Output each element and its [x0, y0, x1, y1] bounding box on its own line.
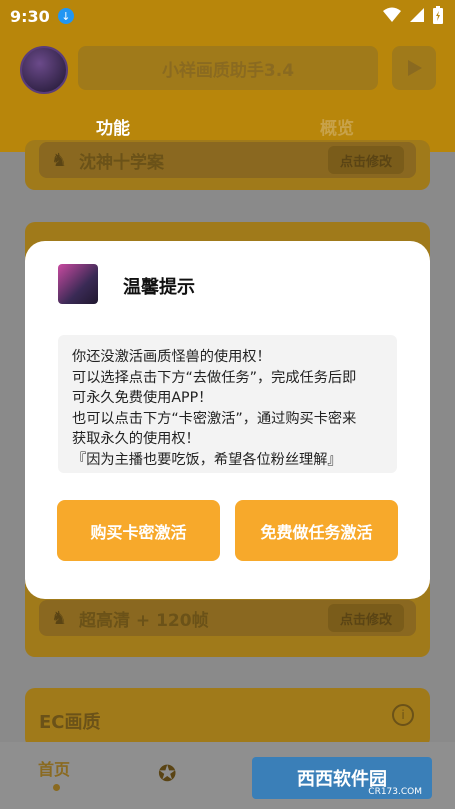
fps-row-label: 超高清 + 120帧	[79, 610, 209, 631]
status-bar: 9:30 ↓	[0, 0, 455, 32]
watermark-logo: 西西软件园 CR173.COM	[252, 757, 432, 799]
wifi-icon	[383, 7, 401, 22]
battery-icon	[433, 6, 443, 24]
dialog-title: 温馨提示	[123, 277, 195, 298]
signal-icon	[410, 8, 424, 22]
download-icon: ↓	[57, 8, 74, 24]
message-line: 也可以点击下方“卡密激活”，通过购买卡密来	[72, 410, 357, 427]
nav-active-dot	[53, 784, 60, 791]
message-line: 获取永久的使用权！	[72, 431, 200, 448]
message-line: 可以选择点击下方“去做任务”，完成任务后即	[72, 369, 357, 386]
activation-dialog: 温馨提示 你还没激活画质怪兽的使用权！ 可以选择点击下方“去做任务”，完成任务后…	[25, 241, 430, 599]
fps-row: ♞ 超高清 + 120帧 点击修改	[39, 600, 416, 636]
app-header: 小祥画质助手3.4 功能 概览	[0, 32, 455, 153]
buy-card-activate-button[interactable]: 购买卡密激活	[57, 500, 220, 561]
app-icon	[58, 264, 98, 304]
badge-check-icon[interactable]: ✪	[158, 762, 176, 787]
tab-functions[interactable]: 功能	[96, 114, 130, 153]
dragon-icon: ♞	[51, 149, 68, 171]
edit-button[interactable]: 点击修改	[327, 604, 404, 632]
watermark-site: CR173.COM	[368, 787, 422, 797]
status-time: 9:30	[10, 6, 50, 26]
message-line: 『因为主播也要吃饭，希望各位粉丝理解』	[72, 451, 342, 468]
app-title: 小祥画质助手3.4	[78, 46, 378, 90]
avatar[interactable]	[20, 46, 68, 94]
info-icon[interactable]: i	[392, 704, 414, 726]
message-line: 可永久免费使用APP！	[72, 390, 213, 407]
message-line: 你还没激活画质怪兽的使用权！	[72, 349, 271, 365]
tab-overview[interactable]: 概览	[320, 114, 354, 139]
nav-home[interactable]: 首页	[38, 756, 70, 780]
card-top: ♞ 沈神十学案 点击修改	[25, 140, 430, 190]
card-ec: EC画质 i	[25, 688, 430, 748]
ec-title: EC画质	[39, 712, 101, 733]
status-icons	[383, 6, 443, 24]
play-button[interactable]	[392, 46, 436, 90]
card-top-row: ♞ 沈神十学案 点击修改	[39, 142, 416, 178]
free-task-activate-button[interactable]: 免费做任务激活	[235, 500, 398, 561]
dialog-message: 你还没激活画质怪兽的使用权！ 可以选择点击下方“去做任务”，完成任务后即 可永久…	[58, 335, 397, 473]
play-icon	[408, 60, 422, 76]
edit-button[interactable]: 点击修改	[327, 146, 404, 174]
card-top-row-label: 沈神十学案	[79, 152, 164, 173]
dragon-icon: ♞	[51, 607, 68, 629]
